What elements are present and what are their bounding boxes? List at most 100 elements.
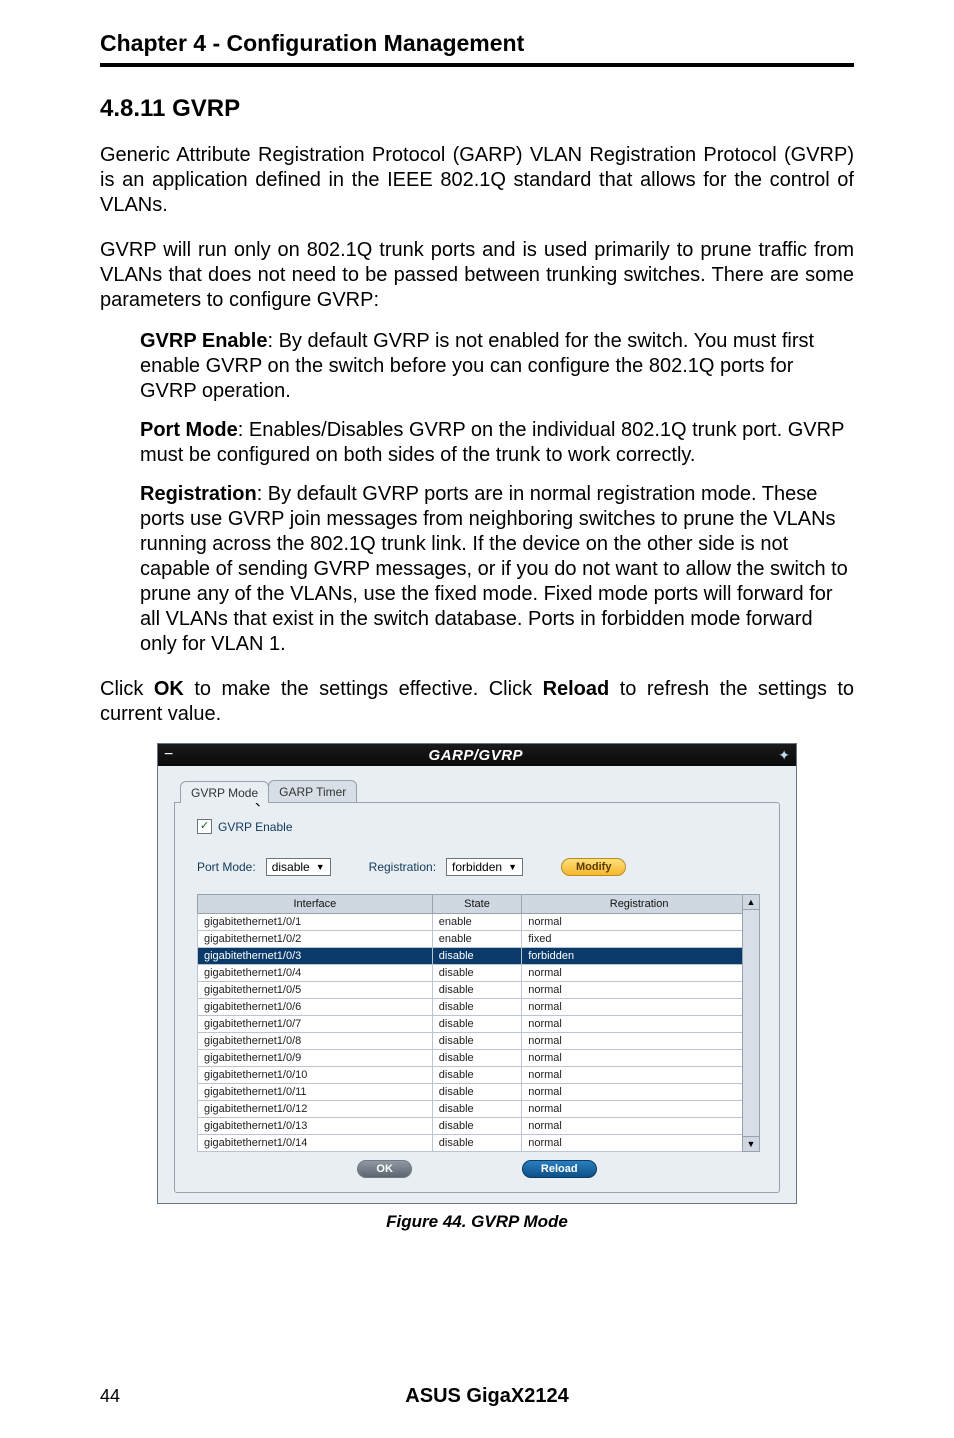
- cell-interface: gigabitethernet1/0/8: [198, 1033, 433, 1050]
- gvrp-enable-checkbox[interactable]: ✓: [197, 819, 212, 834]
- cell-state: disable: [432, 1084, 521, 1101]
- param-gvrp-enable: GVRP Enable: By default GVRP is not enab…: [140, 329, 854, 404]
- cell-registration: normal: [522, 1033, 757, 1050]
- tab-garp-timer[interactable]: GARP Timer: [268, 780, 357, 802]
- cell-interface: gigabitethernet1/0/2: [198, 931, 433, 948]
- cell-registration: normal: [522, 982, 757, 999]
- cell-interface: gigabitethernet1/0/5: [198, 982, 433, 999]
- param-registration-text: : By default GVRP ports are in normal re…: [140, 483, 848, 655]
- ok-button[interactable]: OK: [357, 1160, 412, 1178]
- table-row[interactable]: gigabitethernet1/0/4disablenormal: [198, 965, 757, 982]
- scroll-up-icon[interactable]: ▲: [743, 895, 759, 910]
- scrollbar[interactable]: ▲ ▼: [742, 894, 760, 1152]
- table-row[interactable]: gigabitethernet1/0/2enablefixed: [198, 931, 757, 948]
- gvrp-enable-checkbox-label: GVRP Enable: [218, 820, 293, 834]
- cell-state: disable: [432, 982, 521, 999]
- table-row[interactable]: gigabitethernet1/0/13disablenormal: [198, 1118, 757, 1135]
- registration-field-label: Registration:: [369, 860, 436, 874]
- table-row[interactable]: gigabitethernet1/0/5disablenormal: [198, 982, 757, 999]
- cell-registration: normal: [522, 1050, 757, 1067]
- table-row[interactable]: gigabitethernet1/0/6disablenormal: [198, 999, 757, 1016]
- cell-registration: normal: [522, 1135, 757, 1152]
- cell-state: disable: [432, 1050, 521, 1067]
- cell-registration: normal: [522, 1067, 757, 1084]
- cell-state: disable: [432, 1118, 521, 1135]
- cell-interface: gigabitethernet1/0/13: [198, 1118, 433, 1135]
- cell-interface: gigabitethernet1/0/7: [198, 1016, 433, 1033]
- table-row[interactable]: gigabitethernet1/0/1enablenormal: [198, 914, 757, 931]
- chapter-header: Chapter 4 - Configuration Management: [100, 30, 854, 67]
- window-corner-icon: ✦: [778, 747, 790, 764]
- port-mode-value: disable: [272, 860, 310, 874]
- cell-registration: normal: [522, 1084, 757, 1101]
- cell-interface: gigabitethernet1/0/11: [198, 1084, 433, 1101]
- click-text-2: to make the settings effective. Click: [184, 678, 543, 700]
- cell-state: enable: [432, 931, 521, 948]
- cell-interface: gigabitethernet1/0/3: [198, 948, 433, 965]
- table-row[interactable]: gigabitethernet1/0/12disablenormal: [198, 1101, 757, 1118]
- cell-state: disable: [432, 1067, 521, 1084]
- collapse-icon[interactable]: −: [164, 746, 173, 764]
- table-row[interactable]: gigabitethernet1/0/8disablenormal: [198, 1033, 757, 1050]
- cell-registration: normal: [522, 999, 757, 1016]
- cell-state: disable: [432, 1101, 521, 1118]
- registration-dropdown[interactable]: forbidden ▼: [446, 858, 523, 876]
- chevron-down-icon: ▼: [316, 862, 325, 872]
- cell-registration: normal: [522, 1118, 757, 1135]
- cell-interface: gigabitethernet1/0/9: [198, 1050, 433, 1067]
- figure-caption: Figure 44. GVRP Mode: [100, 1212, 854, 1232]
- param-port-mode: Port Mode: Enables/Disables GVRP on the …: [140, 418, 854, 468]
- table-row[interactable]: gigabitethernet1/0/10disablenormal: [198, 1067, 757, 1084]
- reload-button[interactable]: Reload: [522, 1160, 597, 1178]
- cell-interface: gigabitethernet1/0/4: [198, 965, 433, 982]
- scroll-down-icon[interactable]: ▼: [743, 1136, 759, 1151]
- table-row[interactable]: gigabitethernet1/0/3disableforbidden: [198, 948, 757, 965]
- paragraph-intro-2: GVRP will run only on 802.1Q trunk ports…: [100, 238, 854, 313]
- cell-interface: gigabitethernet1/0/14: [198, 1135, 433, 1152]
- figure-screenshot: − GARP/GVRP ✦ GVRP Mode GARP Timer ↖ ✓ G…: [157, 743, 797, 1204]
- window-title: GARP/GVRP: [429, 747, 524, 764]
- cell-registration: normal: [522, 914, 757, 931]
- cell-state: enable: [432, 914, 521, 931]
- cell-interface: gigabitethernet1/0/10: [198, 1067, 433, 1084]
- cell-state: disable: [432, 999, 521, 1016]
- port-mode-field-label: Port Mode:: [197, 860, 256, 874]
- param-port-mode-text: : Enables/Disables GVRP on the individua…: [140, 419, 844, 466]
- click-instruction: Click OK to make the settings effective.…: [100, 677, 854, 727]
- col-registration[interactable]: Registration: [522, 895, 757, 914]
- param-gvrp-enable-label: GVRP Enable: [140, 330, 267, 352]
- window-titlebar: − GARP/GVRP ✦: [158, 744, 796, 766]
- cell-interface: gigabitethernet1/0/1: [198, 914, 433, 931]
- cell-state: disable: [432, 1135, 521, 1152]
- paragraph-intro-1: Generic Attribute Registration Protocol …: [100, 143, 854, 218]
- cell-registration: normal: [522, 1016, 757, 1033]
- param-registration-label: Registration: [140, 483, 257, 505]
- cell-registration: normal: [522, 965, 757, 982]
- modify-button[interactable]: Modify: [561, 858, 626, 876]
- cell-interface: gigabitethernet1/0/12: [198, 1101, 433, 1118]
- section-title: 4.8.11 GVRP: [100, 95, 854, 123]
- table-row[interactable]: gigabitethernet1/0/11disablenormal: [198, 1084, 757, 1101]
- chevron-down-icon: ▼: [508, 862, 517, 872]
- registration-value: forbidden: [452, 860, 502, 874]
- interface-table: Interface State Registration gigabitethe…: [197, 894, 757, 1152]
- tab-gvrp-mode[interactable]: GVRP Mode: [180, 781, 269, 803]
- page-number: 44: [100, 1386, 120, 1407]
- param-registration: Registration: By default GVRP ports are …: [140, 482, 854, 657]
- cell-interface: gigabitethernet1/0/6: [198, 999, 433, 1016]
- cell-state: disable: [432, 1033, 521, 1050]
- col-state[interactable]: State: [432, 895, 521, 914]
- click-text-1: Click: [100, 678, 154, 700]
- table-row[interactable]: gigabitethernet1/0/7disablenormal: [198, 1016, 757, 1033]
- table-row[interactable]: gigabitethernet1/0/14disablenormal: [198, 1135, 757, 1152]
- cell-state: disable: [432, 965, 521, 982]
- col-interface[interactable]: Interface: [198, 895, 433, 914]
- ok-word: OK: [154, 678, 184, 700]
- table-row[interactable]: gigabitethernet1/0/9disablenormal: [198, 1050, 757, 1067]
- cell-registration: normal: [522, 1101, 757, 1118]
- footer-title: ASUS GigaX2124: [120, 1385, 854, 1408]
- port-mode-dropdown[interactable]: disable ▼: [266, 858, 331, 876]
- cell-state: disable: [432, 948, 521, 965]
- cell-registration: fixed: [522, 931, 757, 948]
- cell-registration: forbidden: [522, 948, 757, 965]
